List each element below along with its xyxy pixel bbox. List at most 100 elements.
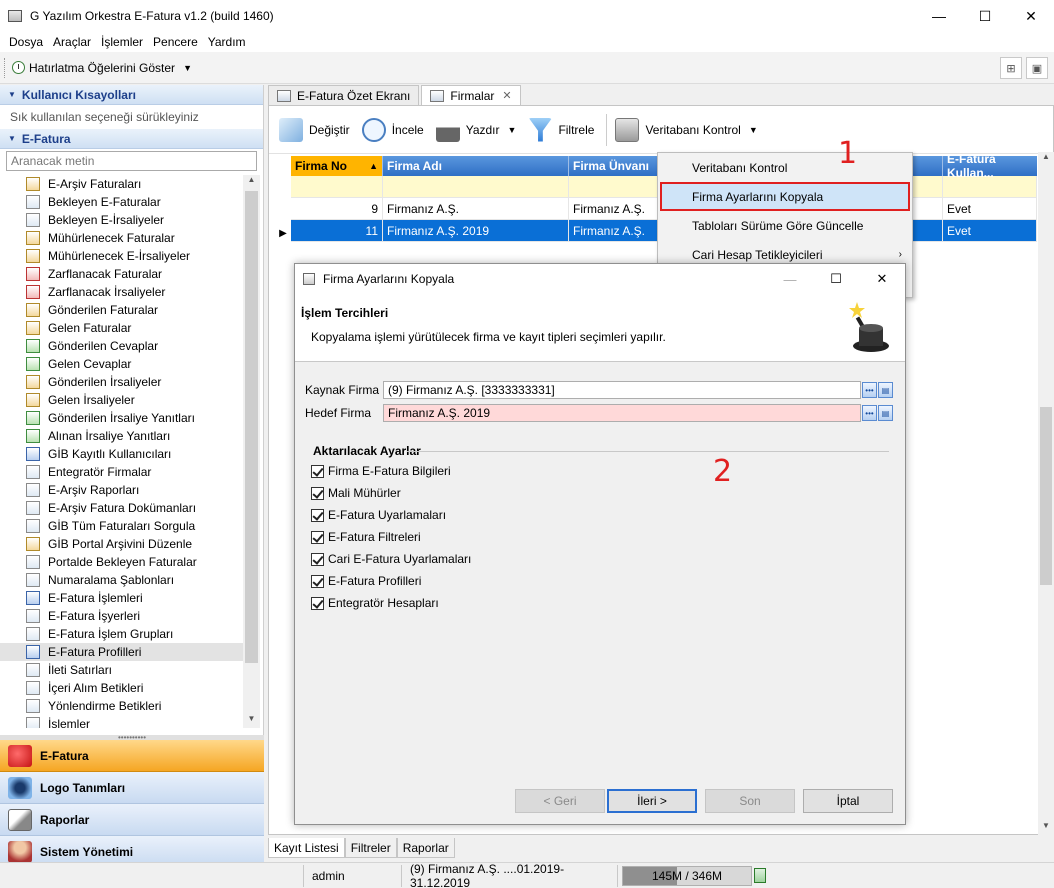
- scroll-thumb[interactable]: [245, 191, 258, 663]
- tree-item-efatura-profilleri[interactable]: E-Fatura Profilleri: [0, 643, 246, 661]
- checkbox[interactable]: [311, 508, 324, 522]
- col-efatura-kullan[interactable]: E-Fatura Kullan...: [943, 152, 1037, 180]
- tree-item[interactable]: Gelen İrsaliyeler: [0, 391, 246, 409]
- reminder-toggle[interactable]: Hatırlatma Öğelerini Göster: [29, 61, 175, 75]
- filter-cell[interactable]: [291, 176, 383, 197]
- filter-cell[interactable]: [383, 176, 569, 197]
- checkbox[interactable]: [311, 530, 324, 544]
- tree-item[interactable]: E-Fatura İşyerleri: [0, 607, 246, 625]
- tree-item[interactable]: İşlemler: [0, 715, 246, 728]
- tree-item[interactable]: Alınan İrsaliye Yanıtları: [0, 427, 246, 445]
- print-button[interactable]: Yazdır ▼: [435, 117, 517, 142]
- filter-cell[interactable]: [569, 176, 659, 197]
- back-button[interactable]: < Geri: [515, 789, 605, 813]
- tree-item[interactable]: Gönderilen Cevaplar: [0, 337, 246, 355]
- menu-islemler[interactable]: İşlemler: [96, 35, 148, 49]
- tree-item[interactable]: İleti Satırları: [0, 661, 246, 679]
- change-button[interactable]: Değiştir: [279, 117, 350, 142]
- menu-item-copy-firm-settings[interactable]: Firma Ayarlarını Kopyala: [660, 182, 910, 211]
- tab-firmalar[interactable]: Firmalar ✕: [421, 85, 521, 105]
- filter-button[interactable]: Filtrele: [528, 117, 594, 142]
- nav-efatura[interactable]: E-Fatura: [0, 740, 264, 772]
- chevron-down-icon[interactable]: ▼: [508, 125, 517, 135]
- col-firma-adi[interactable]: Firma Adı: [383, 156, 569, 176]
- close-icon[interactable]: ✕: [502, 89, 511, 102]
- inspect-button[interactable]: İncele: [361, 117, 424, 142]
- tab-raporlar[interactable]: Raporlar: [396, 838, 455, 858]
- nav-logo-tanimlari[interactable]: Logo Tanımları: [0, 772, 264, 804]
- chevron-down-icon[interactable]: ▼: [183, 63, 192, 73]
- tree-item[interactable]: Yönlendirme Betikleri: [0, 697, 246, 715]
- tree-item[interactable]: Mühürlenecek Faturalar: [0, 229, 246, 247]
- option-efatura-profilleri[interactable]: E-Fatura Profilleri: [311, 572, 421, 590]
- browse-icon[interactable]: •••: [862, 382, 877, 398]
- nav-raporlar[interactable]: Raporlar: [0, 804, 264, 836]
- garbage-collect-icon[interactable]: [754, 868, 766, 883]
- tree-item[interactable]: Gönderilen İrsaliye Yanıtları: [0, 409, 246, 427]
- col-firma-no[interactable]: Firma No ▲: [291, 156, 383, 176]
- window-perspective-icon[interactable]: ▣: [1026, 57, 1048, 79]
- minimize-button[interactable]: —: [916, 0, 962, 32]
- tree-item[interactable]: Mühürlenecek E-İrsaliyeler: [0, 247, 246, 265]
- tree-item[interactable]: E-Arşiv Raporları: [0, 481, 246, 499]
- menu-item-update-tables[interactable]: Tabloları Sürüme Göre Güncelle: [658, 211, 912, 240]
- open-perspective-icon[interactable]: ⊞: [1000, 57, 1022, 79]
- tree-item[interactable]: Gelen Faturalar: [0, 319, 246, 337]
- shortcuts-header[interactable]: ▼ Kullanıcı Kısayolları: [0, 85, 263, 105]
- checkbox[interactable]: [311, 464, 324, 478]
- tree-item[interactable]: Bekleyen E-İrsaliyeler: [0, 211, 246, 229]
- option-mali-muhurler[interactable]: Mali Mühürler: [311, 484, 401, 502]
- option-cari-efatura-uyarlamalari[interactable]: Cari E-Fatura Uyarlamaları: [311, 550, 471, 568]
- browse-icon[interactable]: •••: [862, 405, 877, 421]
- toolbar-grip[interactable]: [4, 57, 8, 78]
- tree-item[interactable]: E-Fatura İşlem Grupları: [0, 625, 246, 643]
- finish-button[interactable]: Son: [705, 789, 795, 813]
- chevron-down-icon[interactable]: ▼: [243, 714, 260, 728]
- chevron-down-icon[interactable]: ▼: [1038, 821, 1054, 835]
- tree-item[interactable]: Zarflanacak Faturalar: [0, 265, 246, 283]
- tree-item[interactable]: E-Arşiv Faturaları: [0, 175, 246, 193]
- tree-item[interactable]: Portalde Bekleyen Faturalar: [0, 553, 246, 571]
- checkbox[interactable]: [311, 486, 324, 500]
- close-button[interactable]: ✕: [1008, 0, 1054, 32]
- tab-efatura-ozet[interactable]: E-Fatura Özet Ekranı: [268, 85, 420, 105]
- col-firma-unvani[interactable]: Firma Ünvanı: [569, 156, 659, 176]
- option-efatura-filtreleri[interactable]: E-Fatura Filtreleri: [311, 528, 421, 546]
- tree-scrollbar[interactable]: ▲ ▼: [243, 175, 260, 728]
- source-firm-field[interactable]: (9) Firmanız A.Ş. [3333333331]: [383, 381, 861, 399]
- filter-cell[interactable]: [943, 176, 1037, 197]
- checkbox[interactable]: [311, 596, 324, 610]
- grid-scrollbar[interactable]: ▲ ▼: [1038, 152, 1054, 835]
- tree-item[interactable]: Gönderilen İrsaliyeler: [0, 373, 246, 391]
- scroll-thumb[interactable]: [1040, 407, 1052, 585]
- next-button[interactable]: İleri >: [607, 789, 697, 813]
- maximize-button[interactable]: ☐: [962, 0, 1008, 32]
- efatura-header[interactable]: ▼ E-Fatura: [0, 129, 263, 149]
- tab-filtreler[interactable]: Filtreler: [344, 838, 397, 858]
- tree-item[interactable]: E-Arşiv Fatura Dokümanları: [0, 499, 246, 517]
- chevron-down-icon[interactable]: ▼: [749, 125, 758, 135]
- tree-item[interactable]: GİB Tüm Faturaları Sorgula: [0, 517, 246, 535]
- option-efatura-uyarlamalari[interactable]: E-Fatura Uyarlamaları: [311, 506, 446, 524]
- lookup-icon[interactable]: ▤: [878, 382, 893, 398]
- tree-item[interactable]: Zarflanacak İrsaliyeler: [0, 283, 246, 301]
- checkbox[interactable]: [311, 574, 324, 588]
- menu-araclar[interactable]: Araçlar: [48, 35, 96, 49]
- chevron-up-icon[interactable]: ▲: [243, 175, 260, 189]
- db-check-button[interactable]: Veritabanı Kontrol ▼: [615, 117, 758, 142]
- dialog-minimize-button[interactable]: —: [767, 264, 813, 294]
- chevron-up-icon[interactable]: ▲: [1038, 152, 1054, 166]
- tree-search-input[interactable]: Aranacak metin: [6, 151, 257, 171]
- tree-item[interactable]: Gönderilen Faturalar: [0, 301, 246, 319]
- dialog-close-button[interactable]: ✕: [859, 264, 905, 294]
- tree-item[interactable]: Numaralama Şablonları: [0, 571, 246, 589]
- menu-pencere[interactable]: Pencere: [148, 35, 203, 49]
- target-firm-field[interactable]: Firmanız A.Ş. 2019: [383, 404, 861, 422]
- menu-dosya[interactable]: Dosya: [4, 35, 48, 49]
- menu-item-db-check[interactable]: Veritabanı Kontrol: [658, 153, 912, 182]
- cancel-button[interactable]: İptal: [803, 789, 893, 813]
- tree-item[interactable]: GİB Kayıtlı Kullanıcıları: [0, 445, 246, 463]
- tree-item[interactable]: Bekleyen E-Faturalar: [0, 193, 246, 211]
- menu-yardim[interactable]: Yardım: [203, 35, 251, 49]
- tree-item[interactable]: GİB Portal Arşivini Düzenle: [0, 535, 246, 553]
